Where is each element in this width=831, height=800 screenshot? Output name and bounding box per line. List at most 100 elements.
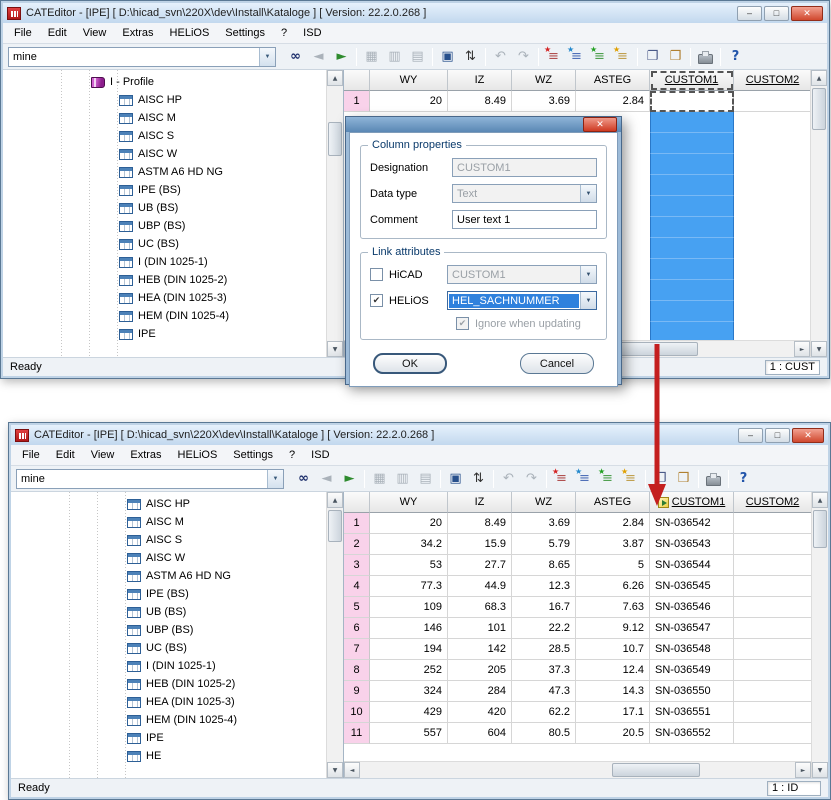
- scrollbar-thumb[interactable]: [813, 510, 827, 548]
- table-cell[interactable]: 62.2: [512, 702, 576, 723]
- close-button[interactable]: ✕: [791, 6, 823, 21]
- column-header-custom2[interactable]: CUSTOM2: [734, 70, 810, 91]
- tree-item-uc-bs[interactable]: UC (BS): [3, 235, 326, 253]
- tree-item-aisc-w[interactable]: AISC W: [11, 549, 326, 567]
- scroll-down-icon[interactable]: ▼: [327, 762, 343, 778]
- tree-item-hem-din-1025-4[interactable]: HEM (DIN 1025-4): [3, 307, 326, 325]
- print-icon[interactable]: [694, 46, 717, 68]
- table-cell[interactable]: 5.79: [512, 534, 576, 555]
- table-cell[interactable]: 101: [448, 618, 512, 639]
- minimize-button[interactable]: –: [738, 428, 763, 443]
- table-cell[interactable]: 2.84: [576, 513, 650, 534]
- table-cell[interactable]: 324: [370, 681, 448, 702]
- row-header[interactable]: 5: [344, 597, 370, 618]
- tree-vertical-scrollbar[interactable]: ▲ ▼: [326, 70, 343, 357]
- selected-column-cell[interactable]: [650, 259, 734, 280]
- tree-item-aisc-w[interactable]: AISC W: [3, 145, 326, 163]
- menu-item-view[interactable]: View: [83, 446, 123, 464]
- table-cell[interactable]: 34.2: [370, 534, 448, 555]
- db-new-blue-icon[interactable]: ≡★: [573, 468, 596, 490]
- menu-item-isd[interactable]: ISD: [303, 446, 337, 464]
- tree-item-uc-bs[interactable]: UC (BS): [11, 639, 326, 657]
- scroll-left-icon[interactable]: ◄: [344, 762, 360, 778]
- scroll-right-icon[interactable]: ►: [794, 341, 810, 357]
- maximize-button[interactable]: □: [764, 6, 789, 21]
- menu-item-helios[interactable]: HELiOS: [170, 446, 226, 464]
- db-new-yellow-icon[interactable]: ≡★: [611, 46, 634, 68]
- scroll-right-icon[interactable]: ►: [795, 762, 811, 778]
- tree-item-i-din-1025-1[interactable]: I (DIN 1025-1): [11, 657, 326, 675]
- db-new-red-icon[interactable]: ≡★: [542, 46, 565, 68]
- table-cell[interactable]: 20: [370, 91, 448, 112]
- table-cell[interactable]: [650, 91, 734, 112]
- scroll-down-icon[interactable]: ▼: [812, 762, 828, 778]
- menu-item-help[interactable]: ?: [281, 446, 303, 464]
- menu-item-file[interactable]: File: [14, 446, 48, 464]
- tree-item-aisc-hp[interactable]: AISC HP: [3, 91, 326, 109]
- catalog-filter-input[interactable]: [17, 470, 267, 488]
- find-binoculars-icon[interactable]: ∞: [284, 46, 307, 68]
- table-corner-header[interactable]: [344, 70, 370, 91]
- table-cell[interactable]: 15.9: [448, 534, 512, 555]
- table-cell[interactable]: 77.3: [370, 576, 448, 597]
- row-header[interactable]: 9: [344, 681, 370, 702]
- column-header-custom2[interactable]: CUSTOM2: [734, 492, 811, 513]
- table-cell[interactable]: 8.49: [448, 513, 512, 534]
- selected-column-cell[interactable]: [650, 175, 734, 196]
- save-icon[interactable]: ▣: [444, 468, 467, 490]
- table-cell[interactable]: SN-036546: [650, 597, 734, 618]
- table-cell[interactable]: 8.65: [512, 555, 576, 576]
- scroll-up-icon[interactable]: ▲: [812, 492, 828, 508]
- helios-select[interactable]: HEL_SACHNUMMER ▼: [447, 291, 597, 310]
- table-cell[interactable]: [734, 555, 811, 576]
- find-binoculars-icon[interactable]: ∞: [292, 468, 315, 490]
- column-header-wy[interactable]: WY: [370, 492, 448, 513]
- table-cell[interactable]: 252: [370, 660, 448, 681]
- table-cell[interactable]: 47.3: [512, 681, 576, 702]
- tree-item-ubp-bs[interactable]: UBP (BS): [3, 217, 326, 235]
- scroll-up-icon[interactable]: ▲: [327, 70, 343, 86]
- table-cell[interactable]: SN-036548: [650, 639, 734, 660]
- table-cell[interactable]: 2.84: [576, 91, 650, 112]
- table-cell[interactable]: 44.9: [448, 576, 512, 597]
- sort-icon[interactable]: ⇅: [459, 46, 482, 68]
- help-icon[interactable]: ?: [724, 46, 747, 68]
- selected-column-cell[interactable]: [650, 112, 734, 133]
- selected-column-cell[interactable]: [650, 238, 734, 259]
- table-cell[interactable]: 14.3: [576, 681, 650, 702]
- paste-icon[interactable]: ❒: [664, 46, 687, 68]
- selected-column-cell[interactable]: [650, 301, 734, 322]
- menu-item-settings[interactable]: Settings: [217, 24, 273, 42]
- close-button[interactable]: ✕: [792, 428, 824, 443]
- row-header[interactable]: 1: [344, 91, 370, 112]
- table-cell[interactable]: 12.4: [576, 660, 650, 681]
- chevron-down-icon[interactable]: ▼: [267, 470, 283, 488]
- column-header-wz[interactable]: WZ: [512, 70, 576, 91]
- table-cell[interactable]: SN-036549: [650, 660, 734, 681]
- table-cell[interactable]: [734, 660, 811, 681]
- db-new-green-icon[interactable]: ≡★: [596, 468, 619, 490]
- table-cell[interactable]: SN-036545: [650, 576, 734, 597]
- tree-item-i-din-1025-1[interactable]: I (DIN 1025-1): [3, 253, 326, 271]
- table-cell[interactable]: 20: [370, 513, 448, 534]
- table-cell[interactable]: 604: [448, 723, 512, 744]
- menu-item-isd[interactable]: ISD: [295, 24, 329, 42]
- help-icon[interactable]: ?: [732, 468, 755, 490]
- table-cell[interactable]: 20.5: [576, 723, 650, 744]
- catalog-filter-combobox[interactable]: ▼: [16, 469, 284, 489]
- row-header[interactable]: 11: [344, 723, 370, 744]
- table-cell[interactable]: 194: [370, 639, 448, 660]
- column-header-wz[interactable]: WZ: [512, 492, 576, 513]
- table-corner-header[interactable]: [344, 492, 370, 513]
- selected-column-cell[interactable]: [650, 322, 734, 340]
- row-header[interactable]: 7: [344, 639, 370, 660]
- tree-item-hea-din-1025-3[interactable]: HEA (DIN 1025-3): [3, 289, 326, 307]
- table-cell[interactable]: 3.69: [512, 513, 576, 534]
- table-cell[interactable]: [734, 618, 811, 639]
- tree-item-i-profile[interactable]: I - Profile: [3, 73, 326, 91]
- tree-item-ubp-bs[interactable]: UBP (BS): [11, 621, 326, 639]
- table-cell[interactable]: 284: [448, 681, 512, 702]
- ok-button[interactable]: OK: [373, 353, 447, 374]
- row-header[interactable]: 6: [344, 618, 370, 639]
- scrollbar-thumb[interactable]: [812, 88, 826, 130]
